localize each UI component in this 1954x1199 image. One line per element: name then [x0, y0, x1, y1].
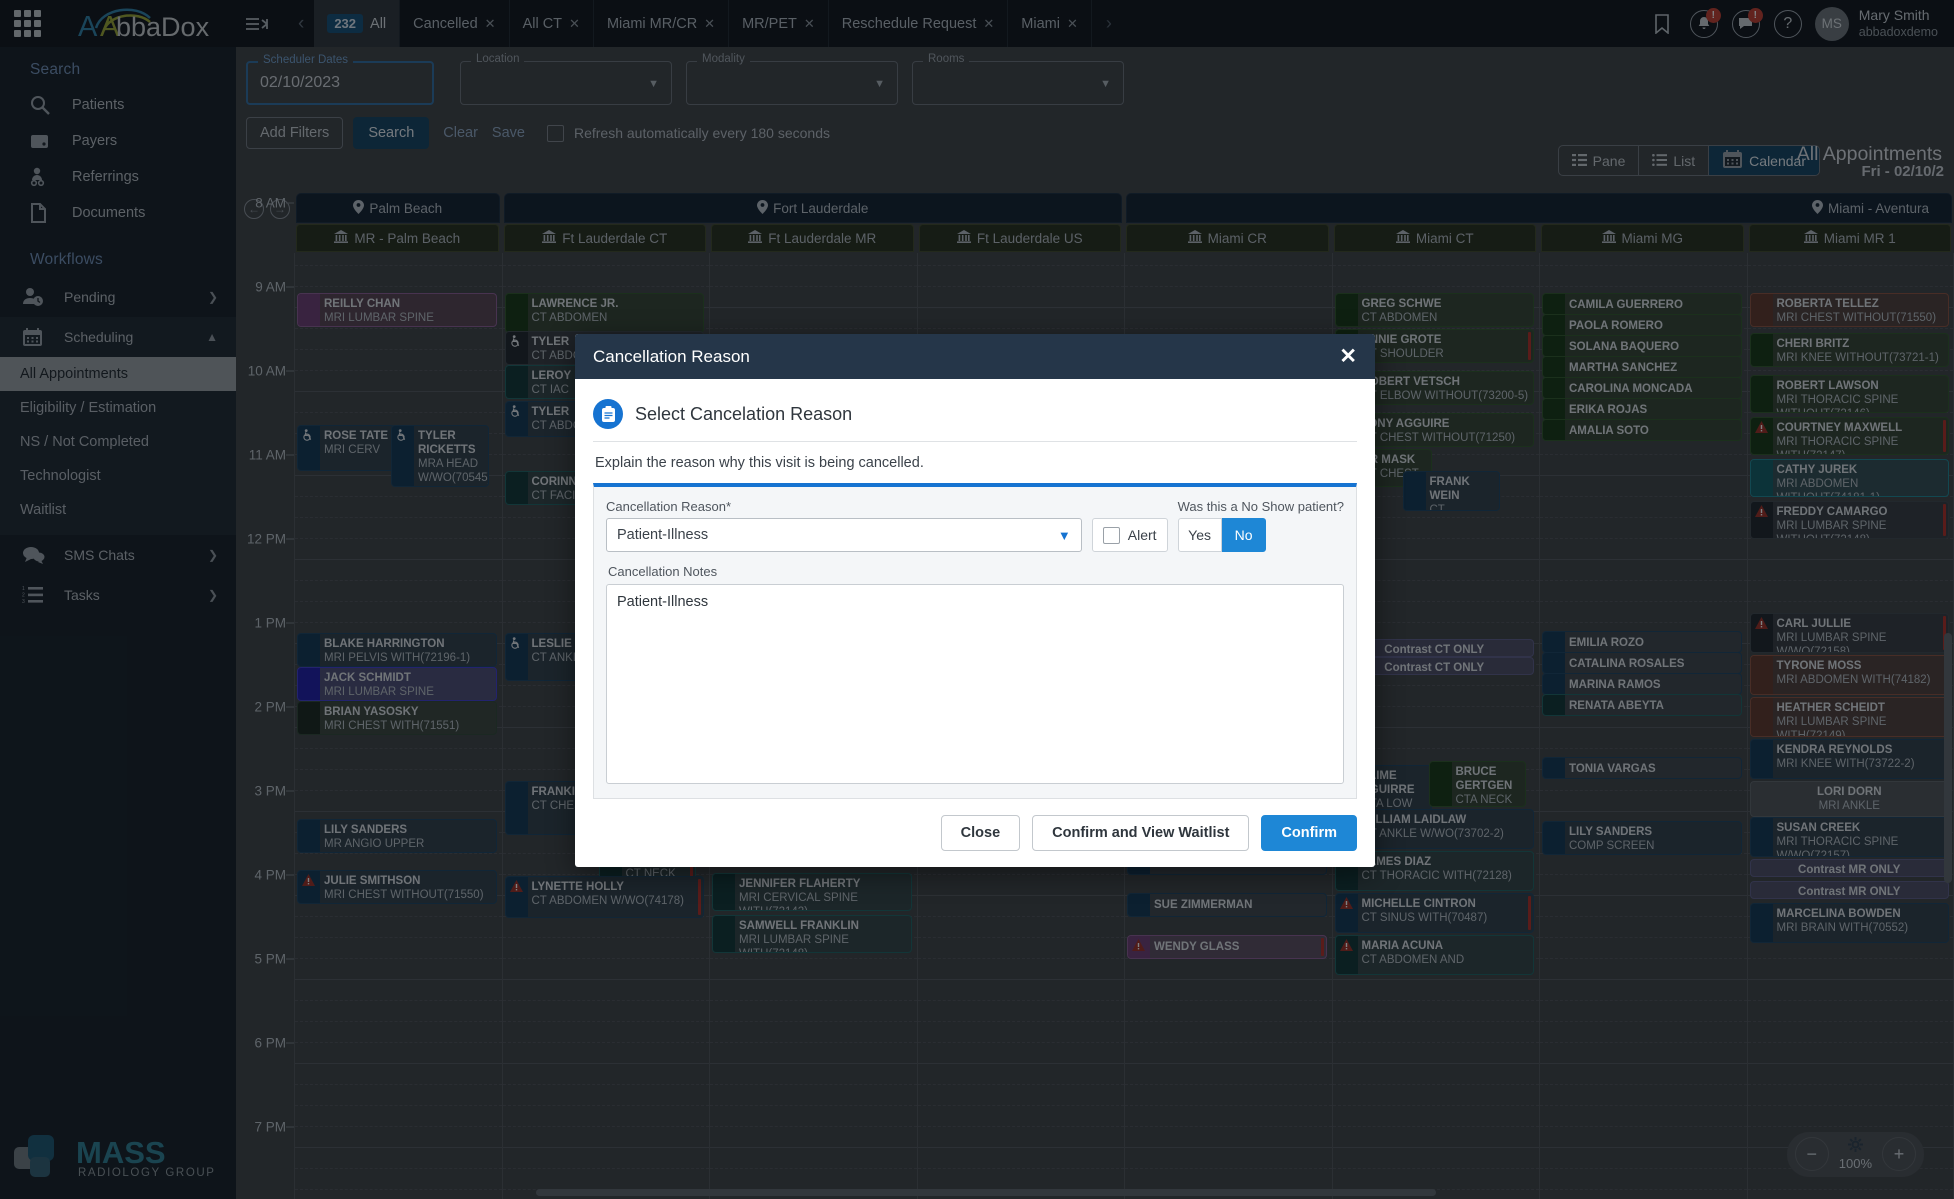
cancellation-notes-textarea[interactable]: Patient-Illness	[606, 584, 1344, 784]
modal-footer: Close Confirm and View Waitlist Confirm	[575, 799, 1375, 867]
alert-checkbox-group[interactable]: Alert	[1092, 518, 1168, 552]
reason-row: Cancellation Reason* Patient-Illness ▼ A…	[606, 499, 1344, 552]
app-root: A A bbaDox ‹ 232AllCancelled✕All CT✕Miam…	[0, 0, 1954, 1199]
modal-header: Cancellation Reason ✕	[575, 334, 1375, 379]
modal-explain-text: Explain the reason why this visit is bei…	[593, 442, 1357, 483]
cancellation-reason-value: Patient-Illness	[617, 527, 708, 543]
chevron-down-icon[interactable]: ▼	[1058, 528, 1071, 543]
noshow-toggle: Yes No	[1178, 518, 1344, 552]
noshow-yes-button[interactable]: Yes	[1178, 518, 1222, 552]
confirm-button[interactable]: Confirm	[1261, 815, 1357, 851]
modal-title: Cancellation Reason	[593, 347, 750, 367]
close-icon[interactable]: ✕	[1339, 346, 1357, 367]
reason-label: Cancellation Reason*	[606, 499, 1082, 514]
modal-body: Select Cancelation Reason Explain the re…	[575, 379, 1375, 799]
confirm-and-view-waitlist-button[interactable]: Confirm and View Waitlist	[1032, 815, 1249, 851]
clipboard-icon	[593, 399, 623, 429]
noshow-label: Was this a No Show patient?	[1178, 499, 1344, 514]
alert-checkbox[interactable]	[1103, 527, 1120, 544]
notes-label: Cancellation Notes	[608, 564, 1344, 579]
cancellation-reason-select[interactable]: Patient-Illness ▼	[606, 518, 1082, 552]
noshow-no-button[interactable]: No	[1222, 518, 1266, 552]
cancellation-reason-modal: Cancellation Reason ✕ Select Cancelation…	[575, 334, 1375, 867]
close-button[interactable]: Close	[941, 815, 1021, 851]
alert-label: Alert	[1128, 527, 1157, 543]
modal-section-header: Select Cancelation Reason	[593, 393, 1357, 442]
reason-group: Cancellation Reason* Patient-Illness ▼	[606, 499, 1082, 552]
modal-section-title: Select Cancelation Reason	[635, 404, 852, 425]
noshow-group: Was this a No Show patient? Yes No	[1178, 499, 1344, 552]
cancellation-panel: Cancellation Reason* Patient-Illness ▼ A…	[593, 483, 1357, 799]
